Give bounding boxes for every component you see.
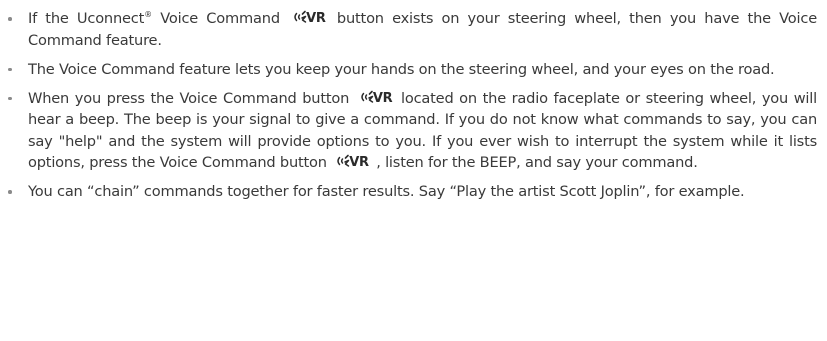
- bullet-list: If the Uconnect® Voice Command VR button…: [0, 8, 817, 203]
- bullet-text: Voice Command: [151, 10, 289, 27]
- voice-recognition-icon: VR: [291, 9, 326, 26]
- bullet-dot: [8, 17, 12, 21]
- bullet-item-voice-command-exists: If the Uconnect® Voice Command VR button…: [0, 8, 817, 51]
- bullet-text: You can “chain” commands together for fa…: [28, 183, 745, 200]
- bullet-dot: [8, 96, 12, 100]
- document-page: If the Uconnect® Voice Command VR button…: [0, 0, 827, 341]
- bullet-item-press-button: When you press the Voice Command button …: [0, 88, 817, 174]
- voice-recognition-icon: VR: [358, 89, 393, 106]
- bullet-dot: [8, 190, 12, 194]
- vr-label: VR: [306, 11, 326, 26]
- bullet-text: If the Uconnect: [28, 10, 145, 27]
- bullet-text: , listen for the BEEP, and say your comm…: [371, 154, 698, 171]
- bullet-item-chain-commands: You can “chain” commands together for fa…: [0, 181, 817, 203]
- registered-mark: ®: [144, 10, 152, 19]
- bullet-text: The Voice Command feature lets you keep …: [28, 60, 775, 78]
- bullet-text: When you press the Voice Command button: [28, 89, 355, 107]
- bullet-item-hands-on-wheel: The Voice Command feature lets you keep …: [0, 59, 817, 81]
- bullet-dot: [8, 67, 12, 71]
- voice-recognition-icon: VR: [334, 153, 369, 170]
- vr-label: VR: [372, 90, 393, 106]
- vr-label: VR: [349, 155, 369, 170]
